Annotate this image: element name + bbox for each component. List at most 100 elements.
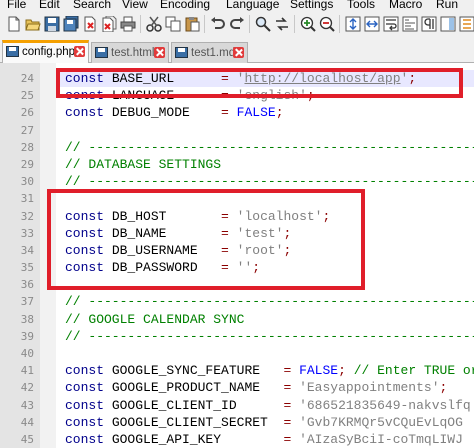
menu-language[interactable]: Language	[226, 0, 279, 11]
code-token: GOOGLE_PRODUCT_NAME	[104, 380, 284, 396]
close-tab-icon[interactable]	[233, 47, 244, 58]
tab-test1-md[interactable]: test1.md	[171, 42, 248, 63]
code-text: const GOOGLE_SYNC_FEATURE = FALSE; // En…	[65, 362, 474, 379]
code-token: 'Gvb7KRMQr5vCQuEvLqOG	[299, 414, 463, 430]
code-token: ;	[338, 363, 346, 379]
highlight-box-database	[47, 189, 365, 290]
zoom-in-icon[interactable]	[300, 16, 316, 32]
line-number: 44	[20, 415, 34, 429]
line-number: 43	[20, 398, 34, 412]
menu-view[interactable]: View	[122, 0, 148, 11]
code-line[interactable]: 29 // DATABASE SETTINGS	[0, 156, 474, 173]
zoom-out-icon[interactable]	[319, 16, 335, 32]
close-tab-icon[interactable]	[154, 47, 165, 58]
toolbar-separator	[294, 15, 295, 33]
saved-file-icon	[95, 47, 108, 58]
menu-search[interactable]: Search	[73, 0, 111, 11]
code-text: // -------------------------------------…	[65, 139, 474, 156]
toolbar-separator	[140, 15, 141, 33]
code-token: DEBUG_MODE	[104, 105, 222, 121]
find-icon[interactable]	[255, 16, 271, 32]
open-file-icon[interactable]	[25, 16, 41, 32]
menu-tools[interactable]: Tools	[347, 0, 375, 11]
saved-file-icon	[6, 46, 19, 57]
code-line[interactable]: 40	[0, 345, 474, 362]
menu-edit[interactable]: Edit	[39, 0, 60, 11]
sync-horizontal-icon[interactable]	[364, 16, 380, 32]
line-number: 29	[20, 157, 34, 171]
menu-run[interactable]: Run	[436, 0, 458, 11]
code-token: GOOGLE_API_KEY	[104, 431, 284, 447]
menu-file[interactable]: File	[7, 0, 26, 11]
code-token: FALSE	[236, 105, 276, 121]
code-text: // -------------------------------------…	[65, 293, 474, 310]
code-text: const GOOGLE_PRODUCT_NAME = 'Easyappoint…	[65, 379, 447, 396]
code-text: const GOOGLE_CLIENT_SECRET = 'Gvb7KRMQr5…	[65, 414, 463, 431]
code-token: 'AIzaSyBciI-coTmqLIWJ	[299, 431, 463, 447]
code-line[interactable]: 42 const GOOGLE_PRODUCT_NAME = 'Easyappoi…	[0, 379, 474, 396]
doc-map-icon[interactable]	[440, 16, 456, 32]
code-line[interactable]: 45 const GOOGLE_API_KEY = 'AIzaSyBciI-coT…	[0, 431, 474, 448]
code-line[interactable]: 26 const DEBUG_MODE = FALSE;	[0, 104, 474, 121]
code-token: FALSE	[299, 363, 339, 379]
line-number: 42	[20, 381, 34, 395]
indent-guide-icon[interactable]	[402, 16, 418, 32]
code-text: // DATABASE SETTINGS	[65, 156, 221, 173]
undo-icon[interactable]	[210, 16, 226, 32]
replace-icon[interactable]	[274, 16, 290, 32]
toolbar	[0, 12, 474, 37]
code-text: const DEBUG_MODE = FALSE;	[65, 104, 284, 121]
sync-vertical-icon[interactable]	[345, 16, 361, 32]
code-line[interactable]: 30 // -----------------------------------…	[0, 173, 474, 190]
copy-icon[interactable]	[165, 16, 181, 32]
code-line[interactable]: 44 const GOOGLE_CLIENT_SECRET = 'Gvb7KRMQ…	[0, 414, 474, 431]
code-line[interactable]: 41 const GOOGLE_SYNC_FEATURE = FALSE; // …	[0, 362, 474, 379]
line-number: 34	[20, 243, 34, 257]
menu-encoding[interactable]: Encoding	[160, 0, 210, 11]
save-icon[interactable]	[44, 16, 60, 32]
code-token: const	[65, 363, 105, 379]
show-all-chars-icon[interactable]	[421, 16, 437, 32]
wrap-icon[interactable]	[383, 16, 399, 32]
code-token: GOOGLE_CLIENT_SECRET	[104, 414, 284, 430]
code-line[interactable]: 27	[0, 122, 474, 139]
menu-settings[interactable]: Settings	[290, 0, 333, 11]
code-line[interactable]: 38 // GOOGLE CALENDAR SYNC	[0, 311, 474, 328]
code-token: const	[65, 397, 105, 413]
tab-config-php[interactable]: config.php	[2, 40, 89, 64]
code-line[interactable]: 43 const GOOGLE_CLIENT_ID = '686521835649…	[0, 397, 474, 414]
print-icon[interactable]	[120, 16, 136, 32]
new-file-icon[interactable]	[6, 16, 22, 32]
close-tab-icon[interactable]	[74, 46, 85, 57]
line-number: 30	[20, 175, 34, 189]
line-number: 24	[20, 72, 34, 85]
function-list-icon[interactable]	[459, 16, 474, 32]
paste-icon[interactable]	[184, 16, 200, 32]
highlight-box-base-url	[56, 68, 463, 98]
tab-bar: config.php test.html test1.md	[0, 37, 474, 64]
code-line[interactable]: 37 // -----------------------------------…	[0, 293, 474, 310]
code-line[interactable]: 28 // -----------------------------------…	[0, 139, 474, 156]
redo-icon[interactable]	[229, 16, 245, 32]
code-text: // -------------------------------------…	[65, 173, 474, 190]
toolbar-separator	[249, 15, 250, 33]
cut-icon[interactable]	[146, 16, 162, 32]
code-line[interactable]: 39 // -----------------------------------…	[0, 328, 474, 345]
code-token: // -------------------------------------…	[65, 328, 474, 344]
save-all-icon[interactable]	[63, 16, 79, 32]
line-number: 37	[20, 295, 34, 309]
menu-macro[interactable]: Macro	[389, 0, 422, 11]
code-editor[interactable]: 24 const BASE_URL = 'http://localhost/app…	[0, 63, 474, 448]
line-number: 26	[20, 106, 34, 120]
code-token: const	[65, 380, 105, 396]
tab-label: config.php	[22, 46, 76, 58]
close-icon[interactable]	[82, 16, 98, 32]
code-token: // -------------------------------------…	[65, 174, 474, 190]
close-all-icon[interactable]	[101, 16, 117, 32]
tab-test-html[interactable]: test.html	[91, 42, 169, 63]
